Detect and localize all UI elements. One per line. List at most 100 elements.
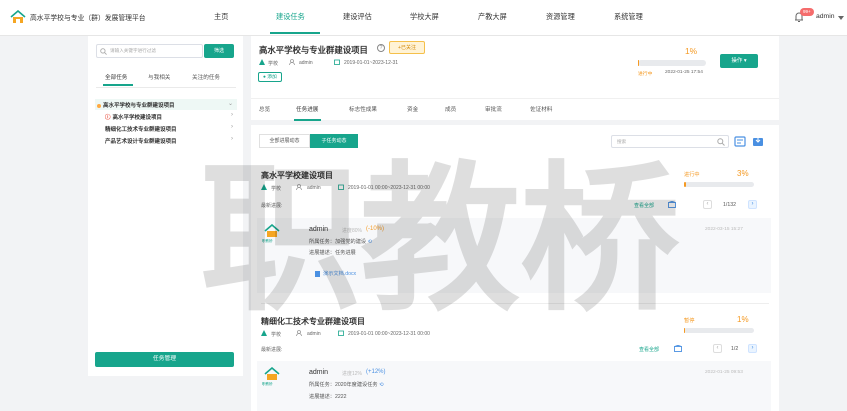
card-dept: 学校 [271,332,282,338]
card-period: 2019-01-01 00:00~2023-12-31 00:00 [348,331,430,337]
document-icon [315,270,320,277]
entry-desc-value: 2222 [334,394,347,400]
card-percent: 3% [737,169,749,178]
pager-text: 1/2 [731,346,739,352]
entry-user: admin [309,369,329,376]
chevron-right-icon[interactable]: › [231,124,233,130]
progress-card: 高水平学校建设项目 进行中 3% 学校 admin 2019-01-01 00:… [251,163,779,295]
entry-desc-value: 任务进展 [334,250,356,256]
card-progress-fill [684,182,687,187]
entry-desc-label: 进展描述： [309,250,335,256]
tab-task-progress[interactable]: 任务进展 [296,105,318,113]
tab-members[interactable]: 成员 [445,105,456,113]
tab-followed-tasks[interactable]: 关注的任务 [192,73,220,81]
link-icon[interactable]: ⟲ [379,382,383,388]
nav-system[interactable]: 系统管理 [614,12,643,22]
left-tab-indicator [103,84,133,86]
user-name[interactable]: admin [816,13,835,20]
segment-all-progress[interactable]: 全部进展动态 [259,134,310,148]
divider [261,303,769,304]
nav-school-screen[interactable]: 学校大屏 [410,12,439,22]
export-icon[interactable] [752,135,765,148]
project-percent: 1% [685,46,698,56]
tab-related-tasks[interactable]: 与我相关 [148,73,170,81]
tree-item-chemical[interactable]: 精细化工技术专业群建设项目 › [95,123,237,134]
card-progress-fill [684,328,685,333]
chevron-right-icon[interactable]: › [231,136,233,142]
progress-entry: 职教桥 admin 进度80% (-10%) 2022-03-15 15:27 … [257,218,771,293]
avatar-label: 职教桥 [262,239,273,243]
add-tag-button[interactable]: ● 添加 [258,72,282,82]
next-page-button[interactable]: › [748,200,757,209]
view-all-link[interactable]: 查看全部 [634,202,654,209]
nav-evaluation[interactable]: 建设评估 [343,12,372,22]
status-dot-icon [97,103,101,108]
org-icon [259,59,265,65]
chevron-down-icon[interactable]: ⌄ [228,100,233,107]
nav-home[interactable]: 主页 [214,12,228,22]
chevron-right-icon[interactable]: › [231,112,233,118]
filter-button[interactable]: 筛选 [204,44,234,58]
view-all-link[interactable]: 查看全部 [639,346,659,353]
nav-resources[interactable]: 资源管理 [546,12,575,22]
entry-change: (-10%) [366,226,385,232]
card-title[interactable]: 精细化工技术专业群建设项目 [261,316,365,327]
calendar-icon [338,330,344,336]
entry-user: admin [309,226,329,233]
card-owner: admin [307,331,321,337]
card-title[interactable]: 高水平学校建设项目 [261,170,333,181]
nav-tasks[interactable]: 建设任务 [276,12,305,22]
tab-overview[interactable]: 总览 [259,105,270,113]
operations-dropdown-button[interactable]: 操作 ▾ [720,54,758,68]
tree-item-label: 产品艺术设计专业群建设项目 [105,139,177,145]
box-icon[interactable] [674,345,682,352]
notification-badge: 99+ [800,8,814,16]
entry-progress: 进度12% [342,371,363,377]
tree-item-label: 高水平学校与专业群建设项目 [103,103,175,109]
report-icon[interactable] [734,135,747,148]
search-icon [717,138,725,146]
box-icon[interactable] [668,201,676,208]
latest-progress-label: 最新进展: [261,347,283,353]
tab-all-tasks[interactable]: 全部任务 [105,73,127,81]
nav-industry-screen[interactable]: 产教大屏 [478,12,507,22]
nav-active-indicator [270,32,320,34]
link-icon[interactable]: ⟲ [368,239,372,245]
prev-page-button[interactable]: ‹ [713,344,722,353]
project-header: 高水平学校与专业群建设项目 ? +已关注 学校 admin 2019-01-01… [251,36,779,121]
chevron-down-icon[interactable] [838,16,844,20]
card-progress-bar [684,328,754,333]
user-icon [296,330,302,336]
feed-search-input[interactable]: 搜索 [611,135,729,148]
project-progress-fill [638,60,639,66]
tab-approval[interactable]: 审批流 [485,105,502,113]
org-icon [261,330,267,336]
entry-task-line: 所属任务：2020年度建设任务 ⟲ [309,381,383,388]
tree-item-art[interactable]: 产品艺术设计专业群建设项目 › [95,135,237,146]
tab-evidence[interactable]: 佐证材料 [530,105,552,113]
tab-achievements[interactable]: 标志性成果 [349,105,377,113]
attachment-link[interactable]: 演示文档.docx [315,270,356,277]
tree-item-school[interactable]: ⓘ 高水平学校建设项目 › [95,111,237,122]
tree-search-placeholder: 请输入关键字进行过滤 [110,48,156,53]
logo-icon [10,10,26,23]
project-progress-bar [638,60,706,66]
tab-funds[interactable]: 资金 [407,105,418,113]
help-icon[interactable]: ? [377,44,385,52]
entry-desc-line: 进展描述：任务进展 [309,249,356,256]
prev-page-button[interactable]: ‹ [703,200,712,209]
tree-item-root[interactable]: 高水平学校与专业群建设项目 ⌄ [95,99,237,110]
segment-subtask-progress[interactable]: 子任务动态 [310,134,358,148]
task-management-button[interactable]: 任务管理 [95,352,234,367]
next-page-button[interactable]: › [748,344,757,353]
entry-task-value: 2020年度建设任务 [334,382,378,388]
project-update-date: 2022-01-25 17:54 [665,70,703,75]
tree-search-input[interactable]: 请输入关键字进行过滤 [96,44,203,58]
follow-button[interactable]: +已关注 [389,41,425,54]
entry-task-label: 所属任务： [309,239,335,245]
project-period: 2019-01-01~2023-12-31 [344,60,399,66]
entry-task-value: 加强党的建设 [334,239,367,245]
avatar [264,367,280,380]
calendar-icon [334,59,340,65]
entry-desc-label: 进展描述： [309,394,335,400]
